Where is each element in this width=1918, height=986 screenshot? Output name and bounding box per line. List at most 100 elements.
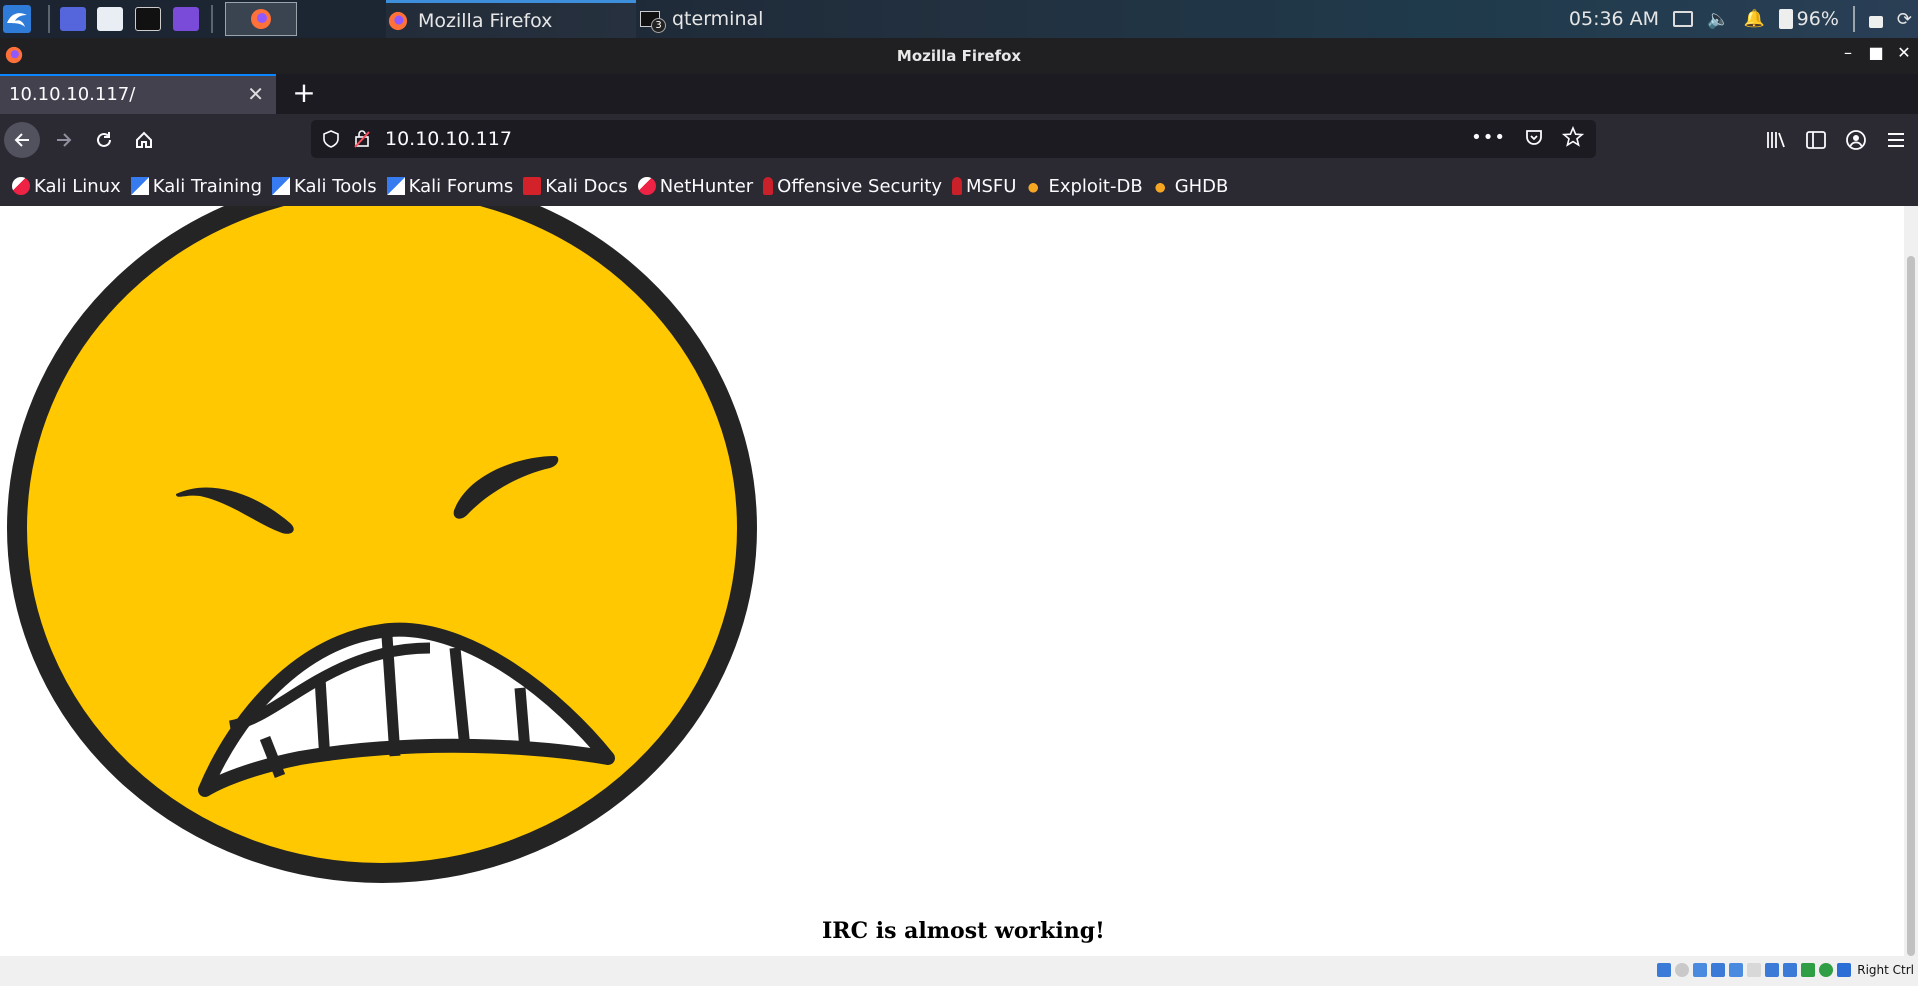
guest-additions-icon[interactable] (1819, 963, 1834, 977)
page-content: IRC is almost working! (0, 206, 1904, 956)
battery-icon (1778, 9, 1793, 29)
battery-indicator[interactable]: 96% (1778, 8, 1839, 30)
bookmark-label: Kali Linux (34, 175, 121, 197)
nethunter-icon (637, 177, 656, 195)
insecure-lock-icon[interactable] (353, 129, 371, 149)
bookmark-label: Offensive Security (777, 175, 942, 197)
bookmark-kali-linux[interactable]: Kali Linux (12, 176, 121, 197)
usb-icon[interactable] (1729, 963, 1744, 977)
firefox-launcher-button[interactable] (225, 2, 297, 36)
bookmark-exploit-db[interactable]: Exploit-DB (1026, 175, 1143, 197)
firefox-icon (251, 9, 271, 29)
msfu-icon (951, 177, 962, 195)
bookmark-label: Exploit-DB (1048, 175, 1143, 197)
offsec-icon (763, 177, 774, 195)
firefox-icon (388, 11, 408, 30)
bookmark-label: MSFU (965, 175, 1017, 197)
display-icon[interactable] (1765, 963, 1780, 977)
taskbar-task-firefox[interactable]: Mozilla Firefox (386, 0, 636, 38)
battery-percentage: 96% (1796, 8, 1839, 30)
taskbar-separator (211, 5, 213, 33)
forward-button[interactable] (46, 122, 82, 158)
clock[interactable]: 05:36 AM (1569, 8, 1659, 30)
network-icon[interactable] (1711, 963, 1726, 977)
taskbar-separator (48, 5, 50, 33)
shared-folders-icon[interactable] (1747, 963, 1762, 977)
audio-icon[interactable] (1693, 963, 1708, 977)
system-tray: 05:36 AM 🔈 🔔 96% ⟳ (1569, 0, 1918, 38)
page-scrollbar[interactable] (1904, 206, 1918, 956)
display-icon[interactable] (1673, 11, 1694, 27)
terminal-launcher-icon[interactable] (135, 7, 161, 31)
home-icon (136, 131, 152, 148)
bookmark-label: Kali Docs (545, 175, 628, 197)
hamburger-menu-icon[interactable] (1884, 122, 1908, 158)
pocket-icon[interactable] (1524, 127, 1544, 147)
vm-status-bar: Right Ctrl (0, 956, 1918, 986)
bookmark-label: Kali Tools (294, 175, 377, 197)
show-desktop-icon[interactable] (60, 7, 86, 31)
close-icon[interactable]: ✕ (1896, 43, 1912, 62)
optical-drive-icon[interactable] (1675, 963, 1690, 977)
window-count-badge: 3 (651, 18, 666, 33)
taskbar-task-label: Mozilla Firefox (418, 9, 553, 32)
angry-face-image (7, 206, 757, 883)
tab-title: 10.10.10.117/ (9, 84, 136, 105)
tab-strip: 10.10.10.117/ ✕ + (0, 74, 1918, 114)
maximize-icon[interactable]: ■ (1868, 43, 1884, 62)
taskbar-task-qterminal[interactable]: 3 qterminal (638, 0, 880, 38)
tab-active[interactable]: 10.10.10.117/ ✕ (0, 74, 276, 114)
bookmark-msfu[interactable]: MSFU (951, 175, 1017, 197)
ghdb-icon (1152, 177, 1171, 195)
bookmarks-toolbar: Kali Linux Kali Training Kali Tools Kali… (0, 166, 1918, 206)
bookmark-kali-tools[interactable]: Kali Tools (272, 176, 377, 197)
url-bar[interactable]: 10.10.10.117 ••• (311, 120, 1596, 158)
bookmark-kali-docs[interactable]: Kali Docs (523, 175, 628, 197)
new-tab-button[interactable]: + (286, 76, 322, 109)
kali-menu-button[interactable] (0, 0, 34, 38)
navigation-toolbar: 10.10.10.117 ••• (0, 114, 1918, 166)
window-title: Mozilla Firefox (896, 47, 1022, 65)
bookmark-ghdb[interactable]: GHDB (1152, 175, 1229, 197)
bookmark-offensive-security[interactable]: Offensive Security (763, 176, 942, 197)
host-key-label: Right Ctrl (1857, 963, 1914, 977)
kali-forums-icon (386, 177, 405, 195)
home-button[interactable] (126, 122, 162, 158)
scrollbar-thumb[interactable] (1907, 256, 1915, 956)
bookmark-kali-forums[interactable]: Kali Forums (386, 176, 513, 197)
sidebar-toggle-icon[interactable] (1804, 122, 1828, 158)
library-icon[interactable] (1764, 122, 1788, 158)
bookmark-kali-training[interactable]: Kali Training (130, 176, 262, 197)
volume-muted-icon[interactable]: 🔈 (1707, 9, 1729, 30)
arrow-right-icon (57, 133, 72, 147)
terminal-icon: 3 (640, 9, 666, 33)
arrow-left-icon (14, 133, 29, 147)
bookmark-label: GHDB (1174, 175, 1229, 197)
window-titlebar[interactable]: Mozilla Firefox – ■ ✕ (0, 38, 1918, 74)
back-button[interactable] (4, 122, 40, 158)
account-icon[interactable] (1844, 122, 1868, 158)
cpu-activity-icon[interactable] (1801, 963, 1816, 977)
lock-screen-icon[interactable] (1868, 16, 1883, 28)
close-tab-icon[interactable]: ✕ (247, 82, 264, 106)
notification-bell-icon[interactable]: 🔔 (1744, 9, 1765, 29)
kali-tools-icon (272, 177, 291, 195)
page-actions-icon[interactable]: ••• (1471, 127, 1506, 148)
minimize-icon[interactable]: – (1840, 43, 1856, 62)
screen-recorder-icon[interactable] (173, 7, 199, 31)
url-text[interactable]: 10.10.10.117 (385, 128, 512, 150)
bookmark-label: NetHunter (659, 175, 754, 197)
hard-disk-icon[interactable] (1657, 963, 1672, 977)
file-manager-icon[interactable] (97, 7, 123, 31)
shield-icon[interactable] (322, 129, 340, 149)
mouse-integration-icon[interactable] (1837, 963, 1852, 977)
kali-dragon-icon (3, 5, 31, 33)
bookmark-nethunter[interactable]: NetHunter (637, 175, 754, 197)
exploitdb-icon (1026, 177, 1045, 195)
video-capture-icon[interactable] (1783, 963, 1798, 977)
kali-icon (12, 177, 30, 195)
bookmark-star-icon[interactable] (1562, 126, 1584, 148)
logout-icon[interactable]: ⟳ (1897, 9, 1912, 30)
reload-button[interactable] (86, 122, 122, 158)
taskbar: Mozilla Firefox 3 qterminal 05:36 AM 🔈 🔔… (0, 0, 1918, 38)
